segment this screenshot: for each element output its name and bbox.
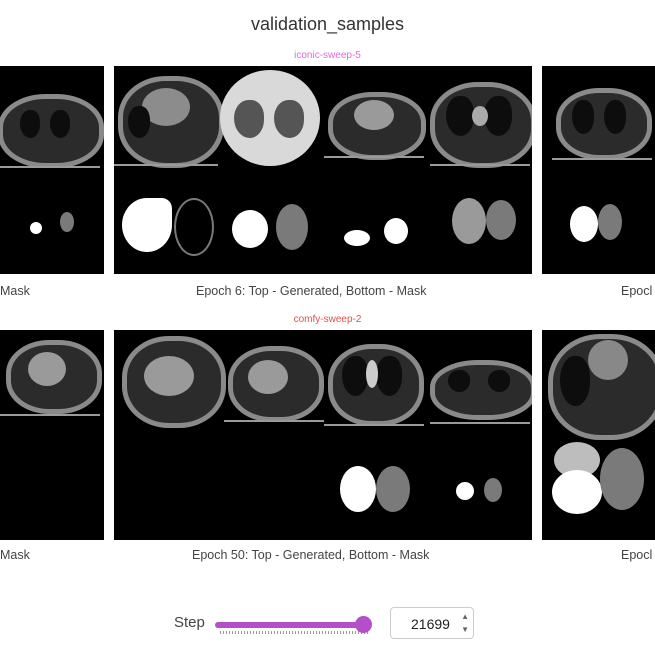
step-value: 21699 <box>411 616 450 632</box>
caption-left: Mask <box>0 284 30 298</box>
caption-center: Epoch 6: Top - Generated, Bottom - Mask <box>196 284 427 298</box>
step-label: Step <box>174 614 205 631</box>
spin-up-icon[interactable]: ▲ <box>461 613 469 621</box>
caption-right: Epocl <box>621 548 653 562</box>
caption-center: Epoch 50: Top - Generated, Bottom - Mask <box>192 548 430 562</box>
run-name-iconic-sweep-5: iconic-sweep-5 <box>294 50 361 61</box>
sample-image-left[interactable] <box>0 66 104 274</box>
panel-title: validation_samples <box>250 14 405 34</box>
caption-left: Mask <box>0 548 30 562</box>
step-slider-thumb[interactable] <box>355 616 372 633</box>
step-slider-track[interactable] <box>215 622 370 628</box>
run-name-comfy-sweep-2: comfy-sweep-2 <box>293 314 362 325</box>
spin-down-icon[interactable]: ▼ <box>461 626 469 634</box>
sample-image-right[interactable] <box>542 330 655 540</box>
sample-image-center[interactable] <box>114 330 532 540</box>
sample-image-left[interactable] <box>0 330 104 540</box>
step-slider-ticks <box>220 631 368 634</box>
caption-right: Epocl <box>621 284 653 298</box>
step-control: Step 21699 ▲ ▼ <box>0 604 655 640</box>
sample-image-center[interactable] <box>114 66 532 274</box>
step-input[interactable]: 21699 ▲ ▼ <box>390 607 474 639</box>
sample-image-right[interactable] <box>542 66 655 274</box>
